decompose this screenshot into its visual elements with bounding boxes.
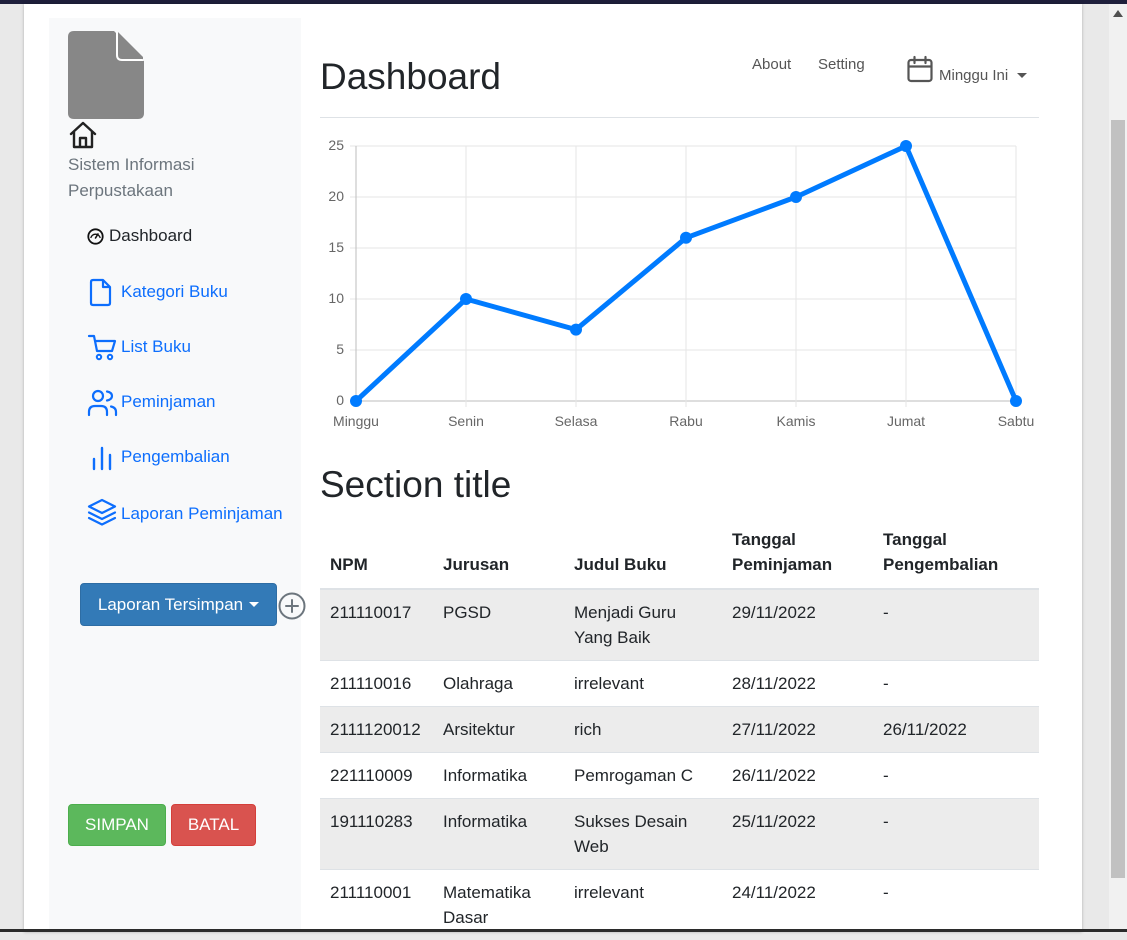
table-row: 211110017 PGSD Menjadi Guru Yang Baik 29… — [320, 589, 1039, 661]
page-title: Dashboard — [320, 55, 501, 99]
cell-npm: 221110009 — [320, 753, 433, 799]
app-title: Sistem Informasi Perpustakaan — [68, 152, 288, 204]
cell-jurusan: Informatika — [433, 753, 564, 799]
speedometer-icon — [87, 228, 104, 245]
cell-judul-buku: Sukses Desain Web — [564, 799, 722, 870]
layers-icon — [87, 497, 117, 527]
file-icon — [68, 31, 144, 119]
x-tick-label: Jumat — [887, 413, 925, 429]
period-dropdown[interactable]: Minggu Ini — [939, 67, 1027, 84]
sidebar-item-label: List Buku — [121, 337, 191, 357]
setting-link[interactable]: Setting — [818, 56, 865, 73]
cell-jurusan: Olahraga — [433, 661, 564, 707]
cell-jurusan: Informatika — [433, 799, 564, 870]
table-header-row: NPM Jurusan Judul Buku Tanggal Peminjama… — [320, 520, 1039, 589]
sidebar-item-pengembalian[interactable]: Pengembalian — [87, 442, 230, 472]
scrollbar-thumb[interactable] — [1111, 120, 1125, 878]
x-tick-label: Kamis — [777, 413, 816, 429]
y-tick-label: 5 — [336, 341, 344, 357]
home-icon[interactable] — [68, 120, 98, 150]
cart-icon — [87, 332, 119, 362]
sidebar-item-label: Laporan Peminjaman — [121, 504, 283, 523]
table-row: 221110009 Informatika Pemrogaman C 26/11… — [320, 753, 1039, 799]
y-tick-label: 15 — [328, 239, 344, 255]
sidebar-item-label: Pengembalian — [121, 447, 230, 467]
data-point — [1010, 395, 1022, 407]
cell-tanggal-pengembalian: 26/11/2022 — [873, 707, 1039, 753]
cell-tanggal-peminjaman: 28/11/2022 — [722, 661, 873, 707]
cell-tanggal-pengembalian: - — [873, 799, 1039, 870]
column-header-tanggal-pengembalian: Tanggal Pengembalian — [873, 520, 1039, 589]
cancel-button[interactable]: BATAL — [171, 804, 256, 846]
sidebar-item-label: Peminjaman — [121, 392, 216, 412]
section-title: Section title — [320, 463, 511, 507]
bar-chart-icon — [87, 442, 117, 472]
y-tick-label: 25 — [328, 137, 344, 153]
cell-judul-buku: Pemrogaman C — [564, 753, 722, 799]
file-outline-icon — [87, 277, 115, 307]
cell-tanggal-peminjaman: 29/11/2022 — [722, 589, 873, 661]
table-row: 2111120012 Arsitektur rich 27/11/2022 26… — [320, 707, 1039, 753]
x-tick-label: Minggu — [333, 413, 379, 429]
scroll-up-arrow-icon[interactable] — [1113, 10, 1123, 17]
sidebar-item-laporan-peminjaman[interactable]: Laporan Peminjaman — [87, 497, 287, 528]
cell-tanggal-peminjaman: 26/11/2022 — [722, 753, 873, 799]
cell-tanggal-pengembalian: - — [873, 661, 1039, 707]
save-button[interactable]: SIMPAN — [68, 804, 166, 846]
cell-tanggal-peminjaman: 25/11/2022 — [722, 799, 873, 870]
period-label: Minggu Ini — [939, 67, 1008, 84]
column-header-tanggal-peminjaman: Tanggal Peminjaman — [722, 520, 873, 589]
table-row: 211110016 Olahraga irrelevant 28/11/2022… — [320, 661, 1039, 707]
cell-jurusan: Arsitektur — [433, 707, 564, 753]
cell-npm: 211110016 — [320, 661, 433, 707]
data-point — [350, 395, 362, 407]
x-tick-label: Selasa — [555, 413, 598, 429]
cell-tanggal-pengembalian: - — [873, 753, 1039, 799]
data-point — [900, 140, 912, 152]
data-point — [570, 324, 582, 336]
data-point — [680, 232, 692, 244]
cell-judul-buku: rich — [564, 707, 722, 753]
calendar-icon[interactable] — [906, 55, 934, 83]
data-point — [790, 191, 802, 203]
y-tick-label: 20 — [328, 188, 344, 204]
line-chart: 0 5 10 15 20 25 Minggu Senin Selasa Rabu Kamis Juma… — [320, 130, 1040, 435]
cell-tanggal-peminjaman: 27/11/2022 — [722, 707, 873, 753]
column-header-jurusan: Jurusan — [433, 520, 564, 589]
saved-reports-dropdown-button[interactable]: Laporan Tersimpan — [80, 583, 277, 626]
column-header-npm: NPM — [320, 520, 433, 589]
plus-circle-icon[interactable] — [277, 591, 307, 621]
users-icon — [87, 387, 119, 417]
sidebar-item-dashboard[interactable]: Dashboard — [87, 226, 192, 246]
cell-judul-buku: Menjadi Guru Yang Baik — [564, 589, 722, 661]
sidebar-item-peminjaman[interactable]: Peminjaman — [87, 387, 216, 417]
sidebar-item-kategori-buku[interactable]: Kategori Buku — [87, 277, 228, 307]
y-tick-label: 10 — [328, 290, 344, 306]
cell-npm: 211110017 — [320, 589, 433, 661]
header-divider — [320, 117, 1039, 118]
sidebar-item-list-buku[interactable]: List Buku — [87, 332, 191, 362]
about-link[interactable]: About — [752, 56, 791, 73]
cell-judul-buku: irrelevant — [564, 661, 722, 707]
data-point — [460, 293, 472, 305]
caret-down-icon — [249, 602, 259, 607]
cell-npm: 2111120012 — [320, 707, 433, 753]
x-tick-label: Sabtu — [998, 413, 1035, 429]
cell-jurusan: PGSD — [433, 589, 564, 661]
cell-tanggal-pengembalian: - — [873, 589, 1039, 661]
x-tick-label: Senin — [448, 413, 484, 429]
table-row: 191110283 Informatika Sukses Desain Web … — [320, 799, 1039, 870]
x-tick-label: Rabu — [669, 413, 702, 429]
saved-reports-label: Laporan Tersimpan — [98, 595, 243, 615]
loans-table: NPM Jurusan Judul Buku Tanggal Peminjama… — [320, 520, 1039, 940]
cell-npm: 191110283 — [320, 799, 433, 870]
column-header-judul-buku: Judul Buku — [564, 520, 722, 589]
sidebar-item-label: Dashboard — [109, 226, 192, 246]
sidebar-item-label: Kategori Buku — [121, 282, 228, 302]
caret-down-icon — [1017, 73, 1027, 78]
y-tick-label: 0 — [336, 392, 344, 408]
